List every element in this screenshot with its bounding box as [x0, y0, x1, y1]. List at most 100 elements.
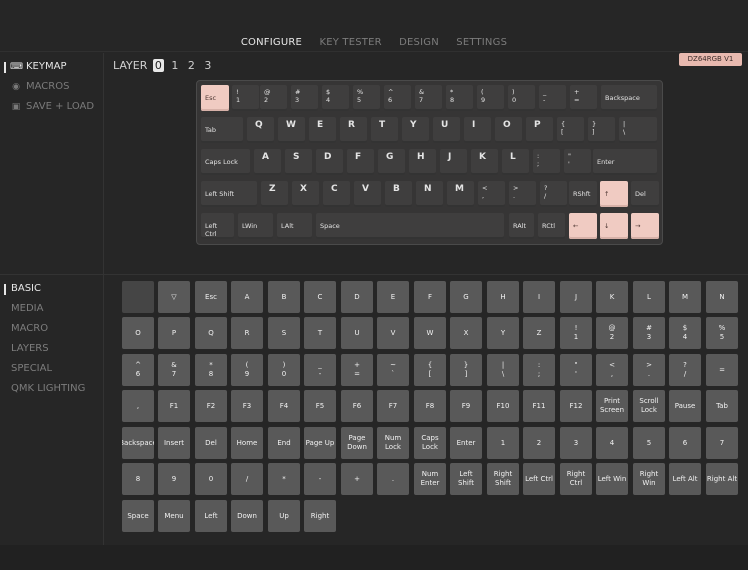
key-r1-c1[interactable]: Q	[247, 117, 274, 143]
key-r1-c5[interactable]: T	[371, 117, 398, 143]
keycode-button[interactable]: @ 2	[596, 317, 628, 349]
key-r3-c12[interactable]: ↑	[600, 181, 628, 207]
keycode-button[interactable]: + =	[341, 354, 373, 386]
keycode-button[interactable]: ~ `	[377, 354, 409, 386]
keycode-button[interactable]: F2	[195, 390, 227, 422]
keycode-button[interactable]: Enter	[450, 427, 482, 459]
key-r1-c12[interactable]: } ]	[588, 117, 615, 143]
keycode-button[interactable]: < ,	[596, 354, 628, 386]
key-r2-c9[interactable]: L	[502, 149, 529, 175]
keycode-button[interactable]: Right Win	[633, 463, 665, 495]
key-r1-c6[interactable]: Y	[402, 117, 429, 143]
keycode-button[interactable]: F5	[304, 390, 336, 422]
keycode-button[interactable]: Space	[122, 500, 154, 532]
keycode-button[interactable]: B	[268, 281, 300, 313]
keycode-button[interactable]: Page Down	[341, 427, 373, 459]
key-r2-c8[interactable]: K	[471, 149, 498, 175]
keycode-button[interactable]: X	[450, 317, 482, 349]
layer-0-button[interactable]: 0	[152, 59, 164, 72]
category-layers[interactable]: LAYERS	[11, 343, 49, 354]
keycode-button[interactable]: Left Win	[596, 463, 628, 495]
key-r4-c2[interactable]: LAlt	[277, 213, 312, 239]
key-r1-c8[interactable]: I	[464, 117, 491, 143]
keycode-button[interactable]: End	[268, 427, 300, 459]
keycode-button[interactable]	[122, 281, 154, 313]
keycode-button[interactable]: ? /	[669, 354, 701, 386]
sidebar-item-keymap[interactable]: ⌨ KEYMAP	[3, 61, 66, 73]
keycode-button[interactable]: W	[414, 317, 446, 349]
key-r4-c1[interactable]: LWin	[238, 213, 273, 239]
key-r0-c6[interactable]: ^ 6	[384, 85, 411, 111]
keycode-button[interactable]: Right	[304, 500, 336, 532]
key-r3-c9[interactable]: > .	[509, 181, 536, 207]
key-r2-c11[interactable]: " '	[564, 149, 591, 175]
keycode-button[interactable]: 1	[487, 427, 519, 459]
keycode-button[interactable]: K	[596, 281, 628, 313]
key-r1-c13[interactable]: | \	[619, 117, 657, 143]
key-r4-c5[interactable]: RCtl	[538, 213, 565, 239]
keycode-button[interactable]: =	[706, 354, 738, 386]
key-r4-c0[interactable]: Left Ctrl	[201, 213, 234, 239]
keycode-button[interactable]: % 5	[706, 317, 738, 349]
key-r1-c7[interactable]: U	[433, 117, 460, 143]
keycode-button[interactable]: Insert	[158, 427, 190, 459]
keycode-button[interactable]: # 3	[633, 317, 665, 349]
keycode-button[interactable]: R	[231, 317, 263, 349]
keycode-button[interactable]: -	[304, 463, 336, 495]
keycode-button[interactable]: L	[633, 281, 665, 313]
keycode-button[interactable]: { [	[414, 354, 446, 386]
keycode-button[interactable]: Down	[231, 500, 263, 532]
key-r1-c10[interactable]: P	[526, 117, 553, 143]
keycode-button[interactable]: M	[669, 281, 701, 313]
key-r3-c8[interactable]: < ,	[478, 181, 505, 207]
key-r4-c4[interactable]: RAlt	[509, 213, 534, 239]
key-r0-c9[interactable]: ( 9	[477, 85, 504, 111]
key-r0-c3[interactable]: # 3	[291, 85, 318, 111]
key-r3-c5[interactable]: B	[385, 181, 412, 207]
keycode-button[interactable]: ( 9	[231, 354, 263, 386]
keycode-button[interactable]: & 7	[158, 354, 190, 386]
keycode-button[interactable]: Right Shift	[487, 463, 519, 495]
keycode-button[interactable]: .	[377, 463, 409, 495]
keycode-button[interactable]: P	[158, 317, 190, 349]
keycode-button[interactable]: Del	[195, 427, 227, 459]
tab-settings[interactable]: SETTINGS	[456, 37, 507, 48]
keycode-button[interactable]: 3	[560, 427, 592, 459]
key-r3-c3[interactable]: C	[323, 181, 350, 207]
keycode-button[interactable]: Page Up	[304, 427, 336, 459]
keycode-button[interactable]: ,	[122, 390, 154, 422]
key-r3-c0[interactable]: Left Shift	[201, 181, 257, 207]
keycode-button[interactable]: A	[231, 281, 263, 313]
keycode-button[interactable]: F6	[341, 390, 373, 422]
keycode-button[interactable]: Caps Lock	[414, 427, 446, 459]
keycode-button[interactable]: Backspace	[122, 427, 154, 459]
sidebar-item-macros[interactable]: ◉ MACROS	[10, 81, 69, 92]
keycode-button[interactable]: F1	[158, 390, 190, 422]
keycode-button[interactable]: E	[377, 281, 409, 313]
keycode-button[interactable]: F	[414, 281, 446, 313]
key-r0-c11[interactable]: _ -	[539, 85, 566, 111]
key-r0-c13[interactable]: Backspace	[601, 85, 657, 111]
key-r1-c0[interactable]: Tab	[201, 117, 243, 143]
layer-1-button[interactable]: 1	[169, 59, 180, 72]
keycode-button[interactable]: Left Ctrl	[523, 463, 555, 495]
key-r1-c4[interactable]: R	[340, 117, 367, 143]
key-r4-c6[interactable]: ←	[569, 213, 597, 239]
key-r0-c7[interactable]: & 7	[415, 85, 442, 111]
transparent-key-icon[interactable]: ▽	[158, 281, 190, 313]
key-r1-c2[interactable]: W	[278, 117, 305, 143]
key-r3-c13[interactable]: Del	[631, 181, 659, 207]
key-r2-c4[interactable]: F	[347, 149, 374, 175]
category-macro[interactable]: MACRO	[11, 323, 48, 334]
key-r2-c12[interactable]: Enter	[593, 149, 657, 175]
keycode-button[interactable]: +	[341, 463, 373, 495]
keycode-button[interactable]: 7	[706, 427, 738, 459]
key-r4-c3[interactable]: Space	[316, 213, 504, 239]
key-r4-c8[interactable]: →	[631, 213, 659, 239]
keycode-button[interactable]: O	[122, 317, 154, 349]
key-r2-c7[interactable]: J	[440, 149, 467, 175]
category-media[interactable]: MEDIA	[11, 303, 43, 314]
keycode-button[interactable]: ! 1	[560, 317, 592, 349]
keycode-button[interactable]: Y	[487, 317, 519, 349]
keycode-button[interactable]: Q	[195, 317, 227, 349]
